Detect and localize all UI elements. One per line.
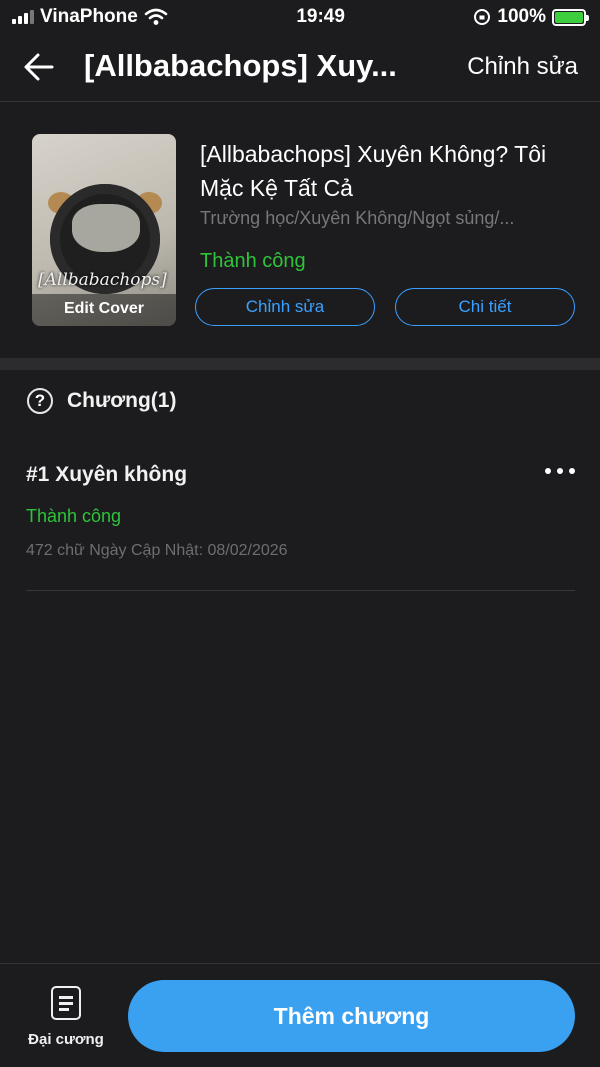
chapters-title: Chương(1) [67, 389, 177, 412]
more-dot-icon [545, 468, 551, 474]
back-arrow-icon [24, 53, 54, 81]
book-cover[interactable]: [Allbabachops] Edit Cover [32, 134, 176, 326]
outline-label: Đại cương [28, 1031, 104, 1048]
orientation-lock-icon [474, 9, 491, 25]
page-title: [Allbabachops] Xuy... [84, 48, 397, 83]
chapters-header: ? Chương(1) [27, 388, 176, 414]
chapter-list-item[interactable]: #1 Xuyên không Thành công 472 chữ Ngày C… [26, 448, 575, 591]
bottom-action-bar: Đại cương Thêm chương [0, 963, 600, 1067]
battery-percent: 100% [497, 6, 546, 27]
battery-icon [552, 8, 589, 26]
edit-book-button[interactable]: Chỉnh sửa [195, 288, 375, 326]
edit-cover-button[interactable]: Edit Cover [32, 294, 176, 326]
header-edit-button[interactable]: Chỉnh sửa [467, 53, 578, 81]
status-bar: VinaPhone 19:49 100% [0, 0, 600, 34]
more-dot-icon [557, 468, 563, 474]
book-genres: Trường học/Xuyên Không/Ngọt sủng/... [200, 208, 515, 228]
chapter-title: #1 Xuyên không [26, 463, 188, 486]
book-detail-button[interactable]: Chi tiết [395, 288, 575, 326]
back-button[interactable] [22, 52, 56, 82]
carrier-label: VinaPhone [40, 6, 138, 27]
more-dot-icon [569, 468, 575, 474]
book-status: Thành công [200, 250, 306, 272]
help-icon[interactable]: ? [27, 388, 53, 414]
outline-button[interactable]: Đại cương [24, 986, 108, 1048]
status-right: 100% [473, 6, 589, 28]
navigation-header: [Allbabachops] Xuy... Chỉnh sửa [0, 34, 600, 102]
add-chapter-button[interactable]: Thêm chương [128, 980, 575, 1052]
chapter-status: Thành công [26, 506, 122, 526]
signal-icon [12, 10, 34, 24]
document-icon [51, 986, 81, 1020]
clock: 19:49 [296, 6, 345, 27]
cover-logo-text: [Allbabachops] [38, 270, 167, 290]
chapter-meta: 472 chữ Ngày Cập Nhật: 08/02/2026 [26, 542, 288, 559]
wifi-icon [144, 8, 168, 25]
book-title: [Allbabachops] Xuyên Không? Tôi Mặc Kệ T… [200, 141, 547, 201]
status-left: VinaPhone [12, 6, 168, 28]
section-divider [0, 358, 600, 370]
more-options-button[interactable] [545, 468, 575, 474]
cover-art-face [72, 204, 140, 252]
book-info-card: [Allbabachops] Edit Cover [Allbabachops]… [0, 103, 600, 358]
